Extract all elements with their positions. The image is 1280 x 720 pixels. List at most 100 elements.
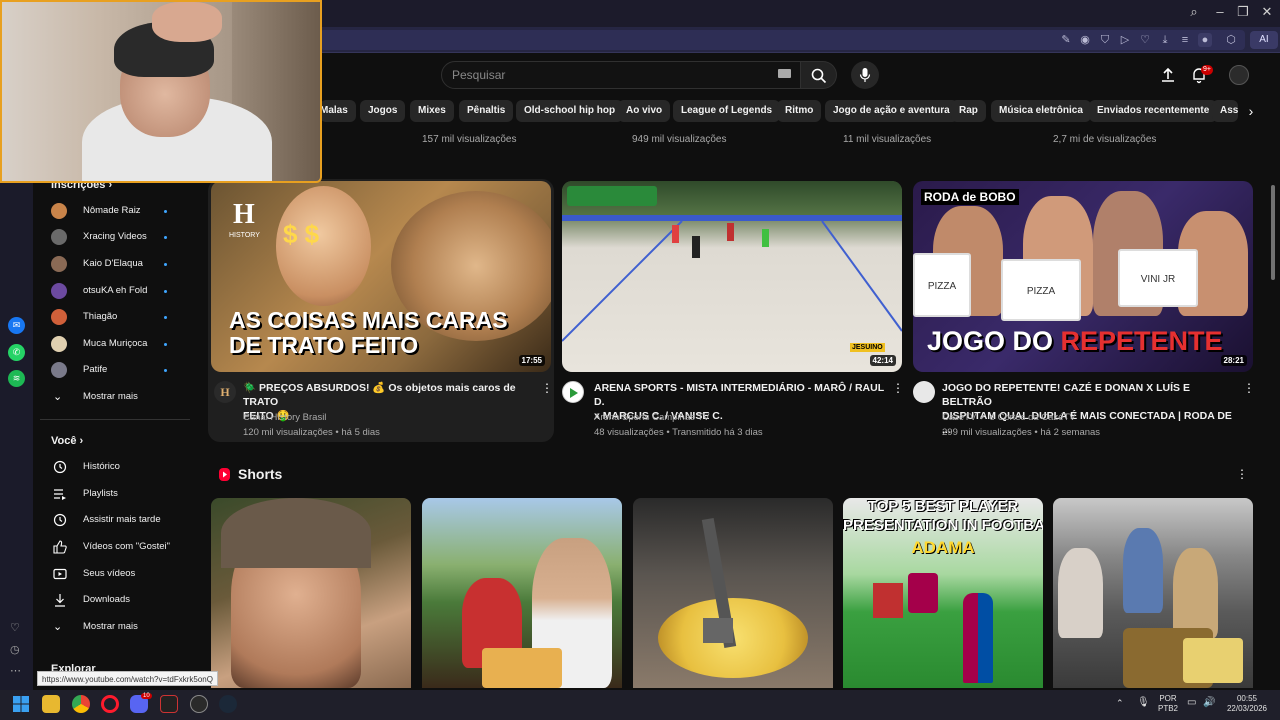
video-thumbnail[interactable]: RODA de BOBO PIZZA PIZZA VINI JR JOGO DO… — [913, 181, 1253, 372]
chips-next-icon[interactable]: › — [1240, 100, 1262, 122]
sidebar-item-liked-videos[interactable]: Vídeos com "Gostei" — [51, 537, 191, 557]
sidebar-item-label: Playlists — [83, 488, 118, 499]
history-icon[interactable]: ◷ — [10, 643, 20, 656]
chrome-icon[interactable] — [72, 695, 90, 713]
chip-league-of-legends[interactable]: League of Legends — [673, 100, 781, 122]
whiteboard: VINI JR — [1118, 249, 1198, 307]
short-thumbnail[interactable] — [211, 498, 411, 688]
opera-icon[interactable] — [101, 695, 119, 713]
chip-ritmo[interactable]: Ritmo — [777, 100, 822, 122]
sidebar-item-your-videos[interactable]: Seus vídeos — [51, 564, 191, 584]
heart-icon[interactable]: ♡ — [10, 621, 20, 634]
chip-jogos[interactable]: Jogos — [360, 100, 406, 122]
thumbnail-text: JOGO DO REPETENTE — [927, 326, 1223, 356]
chip-assistidos[interactable]: Assi — [1212, 100, 1238, 122]
volume-icon[interactable]: 🔊 — [1203, 698, 1215, 708]
camera-icon[interactable]: ◉ — [1078, 33, 1092, 47]
more-options-icon[interactable]: ⋮ — [1236, 467, 1248, 481]
tray-expand-icon[interactable]: ⌃ — [1116, 698, 1124, 708]
windows-start-icon[interactable] — [13, 696, 29, 712]
subscription-item[interactable]: Patife — [51, 360, 181, 380]
sidebar-item-history[interactable]: Histórico — [51, 457, 191, 477]
discord-badge: 10 — [141, 693, 152, 699]
channel-name[interactable]: Arena Sports Campinas TV — [594, 412, 709, 423]
chip-old-school-hip-hop[interactable]: Old-school hip hop — [516, 100, 624, 122]
show-more-subscriptions[interactable]: ⌄ Mostrar mais — [51, 387, 191, 407]
channel-avatar[interactable] — [562, 381, 584, 403]
subscription-item[interactable]: otsuKA eh Fold — [51, 281, 181, 301]
network-icon[interactable]: ▭ — [1187, 698, 1196, 708]
download-icon[interactable]: ⤓ — [1158, 33, 1172, 47]
short-overlay-text: ADAMA — [911, 538, 975, 557]
subscription-item[interactable]: Thiagão — [51, 307, 181, 327]
microphone-tray-icon[interactable]: 🎙 — [1137, 698, 1150, 708]
steam-icon[interactable] — [219, 695, 237, 713]
close-icon[interactable]: ✕ — [1255, 4, 1279, 20]
short-thumbnail[interactable] — [422, 498, 622, 688]
subscription-item[interactable]: Nômade Raiz — [51, 201, 181, 221]
chip-mixes[interactable]: Mixes — [410, 100, 454, 122]
upload-icon[interactable] — [1159, 66, 1177, 84]
edit-icon[interactable]: ✎ — [1059, 33, 1073, 47]
language-indicator[interactable]: POR PTB2 — [1155, 694, 1181, 714]
you-heading[interactable]: Você › — [51, 435, 83, 447]
heart-icon[interactable]: ♡ — [1138, 33, 1152, 47]
browser-search-icon[interactable]: ⌕ — [1182, 4, 1206, 20]
sidebar-item-downloads[interactable]: Downloads — [51, 590, 191, 610]
extensions-icon[interactable]: ⬡ — [1224, 33, 1238, 47]
file-explorer-icon[interactable] — [42, 695, 60, 713]
show-more-you[interactable]: ⌄ Mostrar mais — [51, 617, 191, 637]
short-overlay-text: TOP 5 BEST PLAYER — [867, 498, 1019, 515]
ai-button[interactable]: AI — [1250, 31, 1278, 49]
page-scrollbar[interactable] — [1271, 185, 1275, 280]
chip-malas[interactable]: Malas — [320, 100, 356, 122]
chip-penaltis[interactable]: Pênaltis — [459, 100, 514, 122]
chip-enviados-recentemente[interactable]: Enviados recentemente — [1089, 100, 1218, 122]
chip-rap[interactable]: Rap — [951, 100, 986, 122]
subscription-item[interactable]: Xracing Videos — [51, 227, 181, 247]
profile-icon[interactable]: ● — [1198, 33, 1212, 47]
chip-jogo-de-acao[interactable]: Jogo de ação e aventura — [825, 100, 958, 122]
chip-ao-vivo[interactable]: Ao vivo — [618, 100, 671, 122]
status-link-url: https://www.youtube.com/watch?v=tdFxkrk5… — [37, 671, 218, 686]
app-icon[interactable] — [190, 695, 208, 713]
sidebar-item-playlists[interactable]: Playlists — [51, 484, 191, 504]
short-thumbnail[interactable] — [1053, 498, 1253, 688]
chip-musica-eletronica[interactable]: Música eletrônica — [991, 100, 1091, 122]
channel-avatar[interactable]: H — [214, 381, 236, 403]
sidebar-item-label: Seus vídeos — [83, 568, 136, 579]
clock[interactable]: 00:55 22/03/2026 — [1225, 694, 1269, 714]
account-avatar[interactable] — [1229, 65, 1249, 85]
spotify-icon[interactable]: ≋ — [8, 370, 25, 387]
more-options-icon[interactable]: ⋮ — [892, 381, 904, 395]
menu-icon[interactable]: ≡ — [1178, 33, 1192, 47]
obs-icon[interactable] — [160, 695, 178, 713]
video-thumbnail[interactable]: JESUINO 42:14 — [562, 181, 902, 372]
shield-icon[interactable]: ⛉ — [1098, 33, 1112, 47]
channel-name[interactable]: CazéTV ✔ e Cortes da CazéTV — [942, 412, 1076, 423]
channel-avatar[interactable] — [913, 381, 935, 403]
more-icon[interactable]: ⋯ — [10, 664, 21, 677]
more-options-icon[interactable]: ⋮ — [1243, 381, 1255, 395]
short-thumbnail[interactable]: TOP 5 BEST PLAYER PRESENTATION IN FOOTBA… — [843, 498, 1043, 688]
short-thumbnail[interactable] — [633, 498, 833, 688]
voice-search-button[interactable] — [851, 61, 879, 89]
search-button[interactable] — [801, 61, 837, 89]
messenger-icon[interactable]: ✉ — [8, 317, 25, 334]
subscription-item[interactable]: Muca Muriçoca — [51, 334, 181, 354]
whiteboard: PIZZA — [913, 253, 971, 317]
restore-icon[interactable]: ❐ — [1231, 4, 1255, 20]
whatsapp-icon[interactable]: ✆ — [8, 344, 25, 361]
minimize-icon[interactable]: – — [1208, 4, 1232, 19]
subscription-item[interactable]: Kaio D'Elaqua — [51, 254, 181, 274]
new-content-dot — [164, 343, 167, 346]
sidebar-item-label: Vídeos com "Gostei" — [83, 541, 171, 552]
more-options-icon[interactable]: ⋮ — [541, 381, 553, 395]
sidebar-item-watch-later[interactable]: Assistir mais tarde — [51, 510, 191, 530]
channel-name[interactable]: Canal History Brasil — [243, 412, 326, 423]
video-thumbnail[interactable]: $ $ H HISTORY AS COISAS MAIS CARAS DE TR… — [211, 181, 551, 372]
playlist-icon — [54, 489, 66, 500]
keyboard-icon[interactable] — [778, 69, 791, 78]
show-more-label: Mostrar mais — [83, 621, 138, 632]
play-icon[interactable]: ▷ — [1118, 33, 1132, 47]
